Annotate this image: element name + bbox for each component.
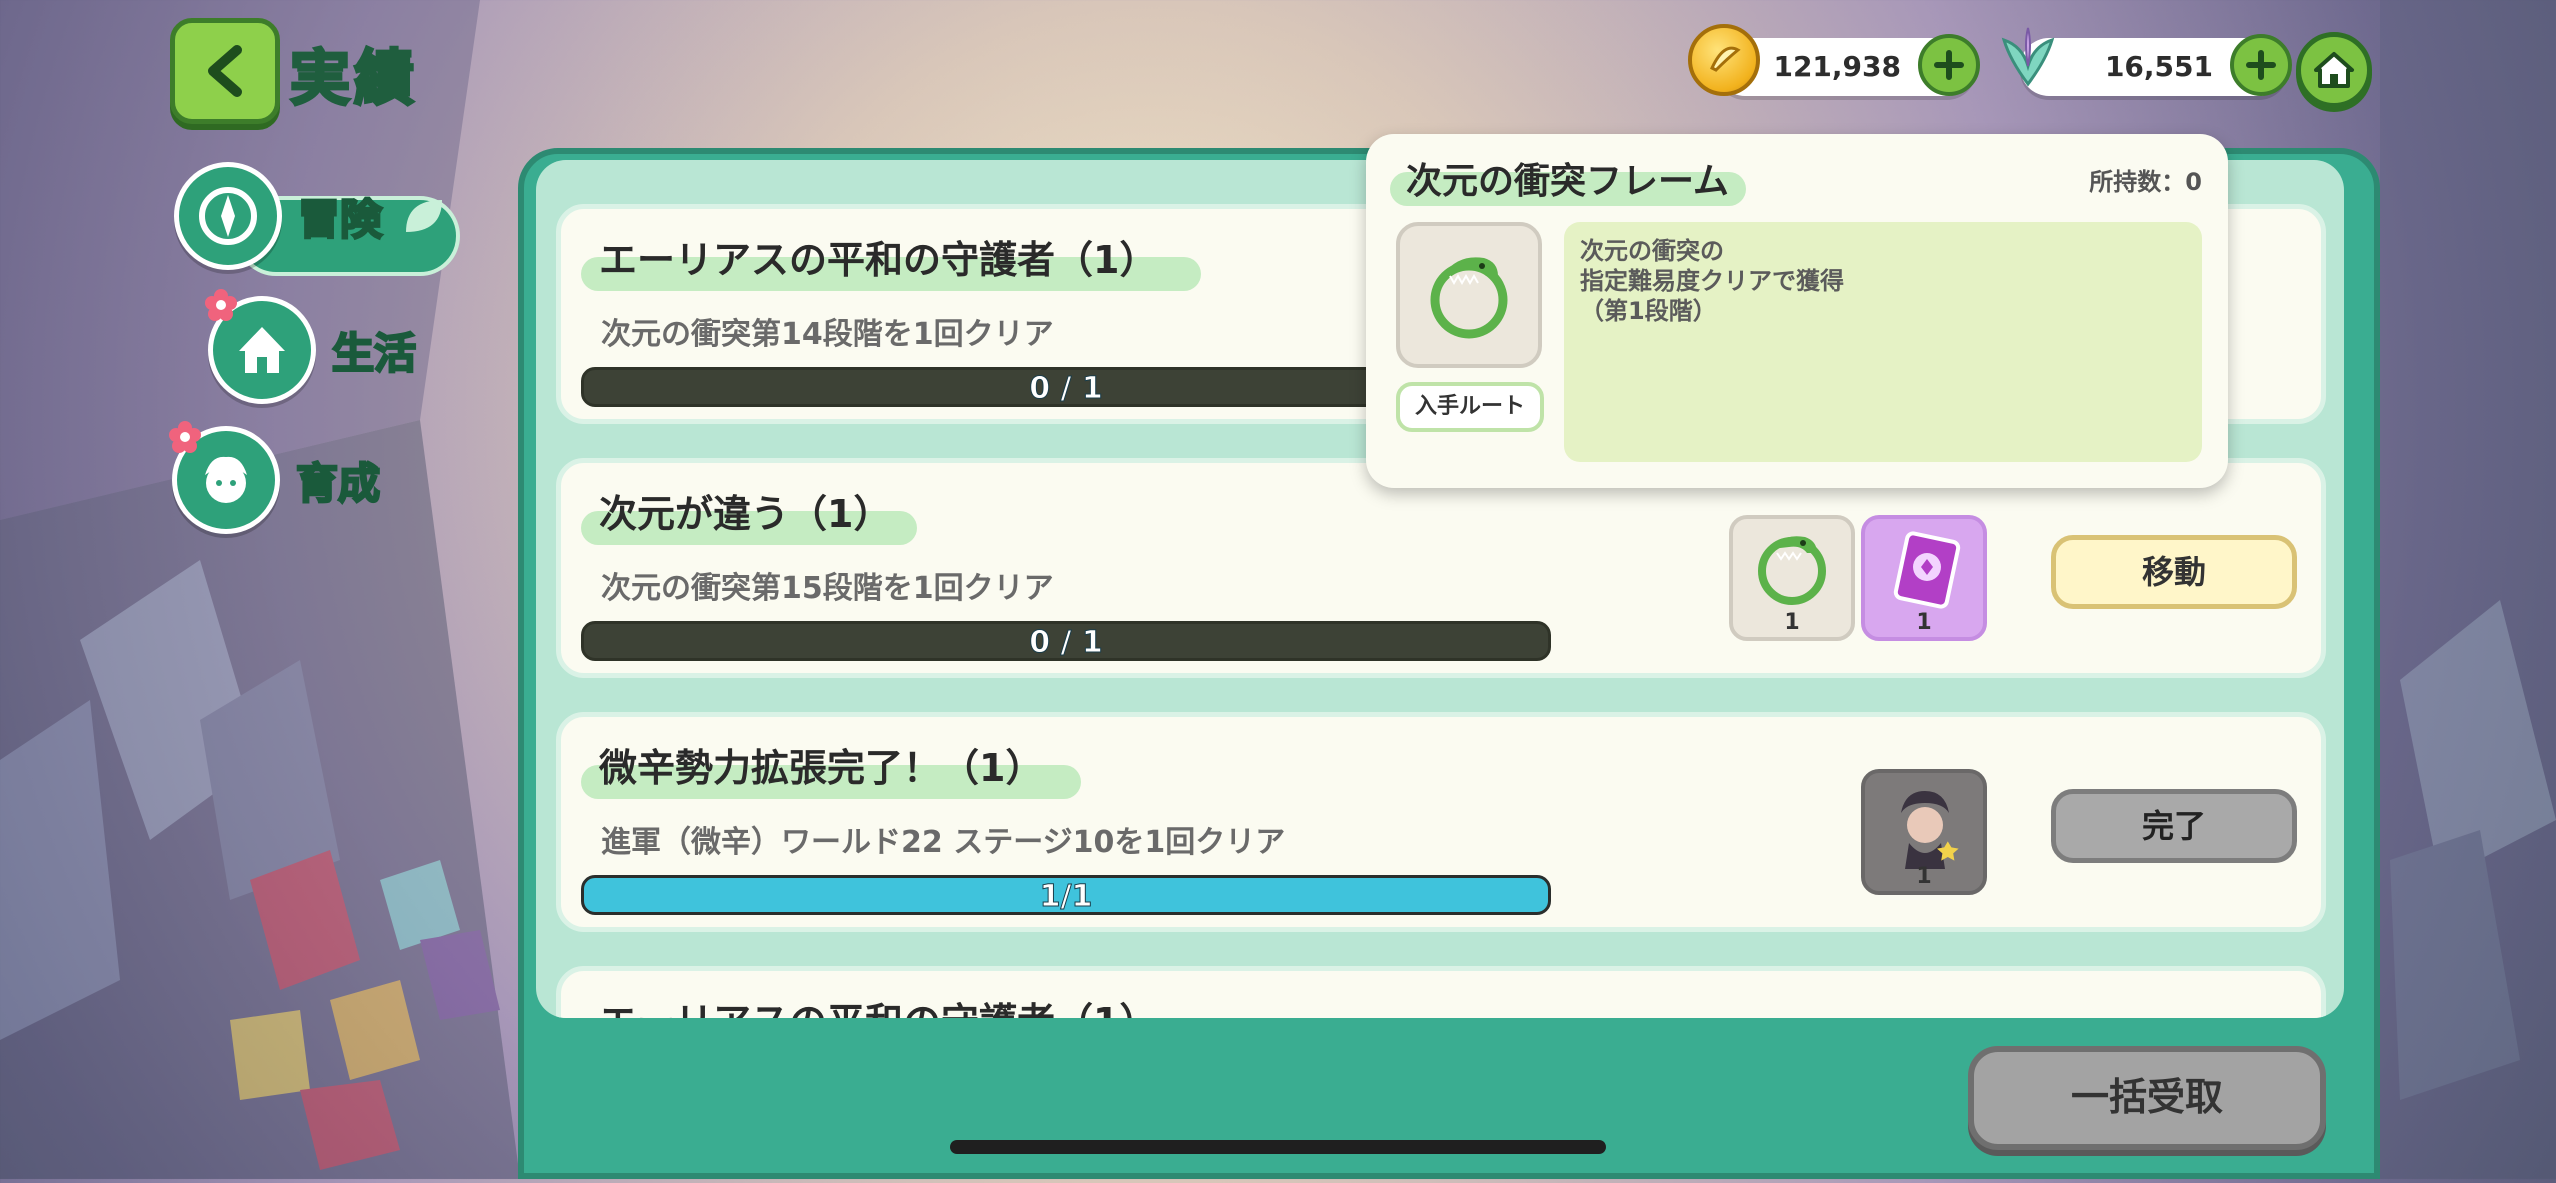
leaf-gem-icon: [1990, 20, 2066, 96]
popup-title: 次元の衝突フレーム: [1406, 161, 1729, 202]
owned-count: 所持数：0: [2089, 168, 2202, 196]
plus-icon: [1934, 50, 1964, 80]
achievement-title: 次元が違う（1）: [599, 492, 892, 536]
chevron-left-icon: [208, 45, 242, 97]
home-button[interactable]: [2296, 32, 2372, 108]
reward-item[interactable]: 1: [1729, 515, 1855, 641]
add-coins-button[interactable]: [1918, 34, 1980, 96]
home-icon: [2314, 52, 2354, 88]
achievement-desc: 進軍（微辛）ワールド22 ステージ10を1回クリア: [601, 825, 1286, 860]
reward-count: 1: [1916, 610, 1932, 635]
achievement-card: エーリアスの平和の守護者（1）: [556, 966, 2326, 1018]
go-button[interactable]: 移動: [2051, 535, 2297, 609]
notification-flower-icon: [169, 421, 201, 453]
nav-label-adventure: 冒険: [297, 193, 384, 245]
leaf-icon: [406, 200, 443, 232]
achievement-title: 微辛勢力拡張完了！（1）: [599, 746, 1044, 790]
coin-counter: 121,938: [1688, 24, 1980, 96]
acquisition-route-button[interactable]: 入手ルート: [1396, 382, 1544, 432]
compass-icon: [174, 162, 282, 270]
gem-amount: 16,551: [2104, 50, 2213, 83]
add-gems-button[interactable]: [2230, 34, 2292, 96]
dino-frame-icon: [1758, 536, 1826, 605]
popup-desc-line: 次元の衝突の: [1580, 237, 1724, 265]
achievement-desc: 次元の衝突第15段階を1回クリア: [601, 571, 1054, 606]
reward-count: 1: [1784, 610, 1800, 635]
achievement-desc: 次元の衝突第14段階を1回クリア: [601, 317, 1054, 352]
nav-item-adventure[interactable]: 冒険: [174, 162, 448, 270]
progress-bar: 1/1: [581, 875, 1551, 915]
character-portrait-icon: [1901, 791, 1959, 869]
popup-desc-line: （第1段階）: [1580, 297, 1717, 325]
page-title: 実績: [289, 43, 418, 116]
progress-text: 0 / 1: [1029, 625, 1104, 661]
popup-desc-line: 指定難易度クリアで獲得: [1580, 267, 1844, 295]
achievement-title: エーリアスの平和の守護者（1）: [599, 991, 1157, 1018]
coin-amount: 121,938: [1773, 50, 1901, 83]
nav-label-growth: 育成: [295, 457, 382, 509]
back-button[interactable]: [170, 18, 280, 124]
reward-item[interactable]: 1: [1861, 769, 1987, 895]
coin-icon: [1688, 24, 1760, 96]
home-indicator[interactable]: [950, 1140, 1606, 1154]
plus-icon: [2246, 50, 2276, 80]
progress-bar: 0 / 1: [581, 621, 1551, 661]
nav-item-life[interactable]: 生活: [208, 296, 418, 404]
complete-button[interactable]: 完了: [2051, 789, 2297, 863]
item-info-popup[interactable]: 次元の衝突フレーム 所持数：0 入手ルート 次元の衝突の 指定難易度クリアで獲得…: [1366, 134, 2228, 488]
gem-counter: 16,551: [2001, 27, 2292, 96]
achievement-title: エーリアスの平和の守護者（1）: [599, 238, 1158, 282]
ticket-icon: [1893, 531, 1961, 609]
popup-item-image: [1396, 222, 1542, 368]
achievement-card: 次元が違う（1） 次元の衝突第15段階を1回クリア 0 / 1 1 1 移動: [556, 458, 2326, 678]
reward-count: 1: [1916, 864, 1932, 889]
claim-all-button[interactable]: 一括受取: [1968, 1046, 2326, 1150]
dino-frame-icon: [1430, 257, 1508, 339]
nav-item-growth[interactable]: 育成: [172, 426, 382, 534]
nav-label-life: 生活: [331, 327, 418, 379]
popup-description: 次元の衝突の 指定難易度クリアで獲得 （第1段階）: [1564, 222, 2202, 462]
reward-item[interactable]: 1: [1861, 515, 1987, 641]
notification-flower-icon: [205, 289, 237, 321]
progress-text: 1/1: [1039, 879, 1093, 915]
achievement-card: 微辛勢力拡張完了！（1） 進軍（微辛）ワールド22 ステージ10を1回クリア 1…: [556, 712, 2326, 932]
